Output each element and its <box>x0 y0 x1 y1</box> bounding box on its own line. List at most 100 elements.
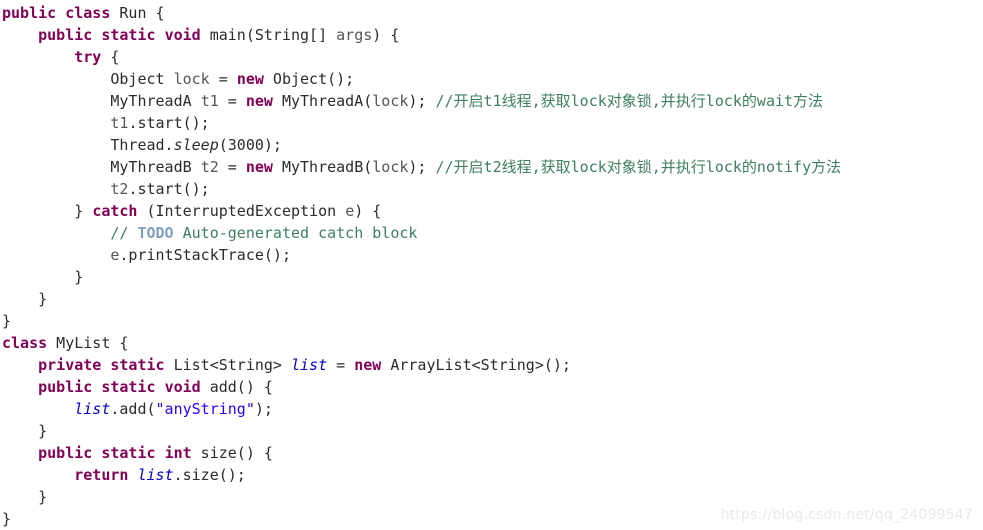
code-token-keyword: public <box>38 378 93 396</box>
code-line: // TODO Auto-generated catch block <box>0 222 983 244</box>
code-token-keyword: static <box>101 26 156 44</box>
code-editor-surface: public class Run { public static void ma… <box>0 0 983 529</box>
code-token-plain: Object(); <box>263 70 355 88</box>
code-token-keyword: static <box>110 356 165 374</box>
code-token-keyword: public <box>38 26 93 44</box>
code-token-local: lock <box>173 70 210 88</box>
code-token-plain: ) { <box>372 26 400 44</box>
code-token-plain: ); <box>254 400 273 418</box>
code-token-plain: } <box>38 422 48 440</box>
code-token-plain: ); <box>408 158 436 176</box>
code-token-static-field: list <box>137 466 174 484</box>
code-token-keyword: try <box>74 48 102 66</box>
code-line: MyThreadB t2 = new MyThreadB(lock); //开启… <box>0 156 983 178</box>
code-token-plain: .start(); <box>128 180 210 198</box>
code-line: MyThreadA t1 = new MyThreadA(lock); //开启… <box>0 90 983 112</box>
code-token-keyword: return <box>74 466 129 484</box>
code-token-plain: MyList { <box>47 334 129 352</box>
code-line: } <box>0 420 983 442</box>
code-token-plain: MyThreadA <box>110 92 201 110</box>
code-token-plain: = <box>218 158 246 176</box>
code-token-plain: (3000); <box>218 136 282 154</box>
code-token-local: t2 <box>110 180 129 198</box>
code-token-keyword: new <box>354 356 382 374</box>
code-token-plain: .printStackTrace(); <box>119 246 291 264</box>
code-token-plain: .start(); <box>128 114 210 132</box>
code-token-comment: //开启t1线程,获取lock对象锁,并执行lock的wait方法 <box>435 92 824 110</box>
code-token-comment: // <box>110 224 138 242</box>
code-token-plain: size() { <box>191 444 273 462</box>
code-token-local: t1 <box>110 114 129 132</box>
code-token-plain: Thread. <box>110 136 174 154</box>
code-token-plain: } <box>2 312 12 330</box>
code-line: public static int size() { <box>0 442 983 464</box>
code-token-plain: = <box>209 70 237 88</box>
code-block: public class Run { public static void ma… <box>0 2 983 530</box>
code-line: Thread.sleep(3000); <box>0 134 983 156</box>
code-line: } <box>0 288 983 310</box>
code-token-static-field: list <box>74 400 111 418</box>
code-token-plain: main(String[] <box>200 26 337 44</box>
code-token-plain: ) { <box>354 202 382 220</box>
code-line: class MyList { <box>0 332 983 354</box>
code-token-plain: = <box>327 356 355 374</box>
code-line: private static List<String> list = new A… <box>0 354 983 376</box>
code-token-todo: TODO <box>137 224 174 242</box>
code-token-local: lock <box>372 92 409 110</box>
code-token-keyword: public <box>2 4 57 22</box>
code-token-keyword: void <box>164 26 201 44</box>
code-line: Object lock = new Object(); <box>0 68 983 90</box>
code-token-plain: { <box>101 48 120 66</box>
code-line: e.printStackTrace(); <box>0 244 983 266</box>
code-token-plain: Run { <box>110 4 165 22</box>
code-line: } <box>0 486 983 508</box>
code-token-plain: List<String> <box>164 356 291 374</box>
code-token-plain: } <box>38 488 48 506</box>
code-token-plain: = <box>218 92 246 110</box>
code-token-plain: add() { <box>200 378 273 396</box>
code-line: } <box>0 310 983 332</box>
code-token-plain: (InterruptedException <box>137 202 346 220</box>
code-token-plain: .size(); <box>173 466 246 484</box>
code-token-plain: MyThreadA( <box>272 92 373 110</box>
code-token-string: "anyString" <box>155 400 255 418</box>
code-token-keyword: new <box>236 70 264 88</box>
code-token-keyword: int <box>164 444 192 462</box>
code-token-comment: //开启t2线程,获取lock对象锁,并执行lock的notify方法 <box>435 158 842 176</box>
code-token-keyword: catch <box>92 202 138 220</box>
code-token-plain: } <box>74 202 93 220</box>
code-token-plain: MyThreadB <box>110 158 201 176</box>
code-line: public static void add() { <box>0 376 983 398</box>
code-token-static-field: list <box>291 356 328 374</box>
code-token-local: args <box>336 26 373 44</box>
code-token-keyword: new <box>245 92 273 110</box>
code-token-local: e <box>345 202 355 220</box>
code-token-plain: ArrayList<String>(); <box>381 356 571 374</box>
code-token-plain: } <box>2 510 12 528</box>
code-token-comment: Auto-generated catch block <box>173 224 418 242</box>
code-line: } <box>0 266 983 288</box>
code-line: return list.size(); <box>0 464 983 486</box>
code-line: try { <box>0 46 983 68</box>
